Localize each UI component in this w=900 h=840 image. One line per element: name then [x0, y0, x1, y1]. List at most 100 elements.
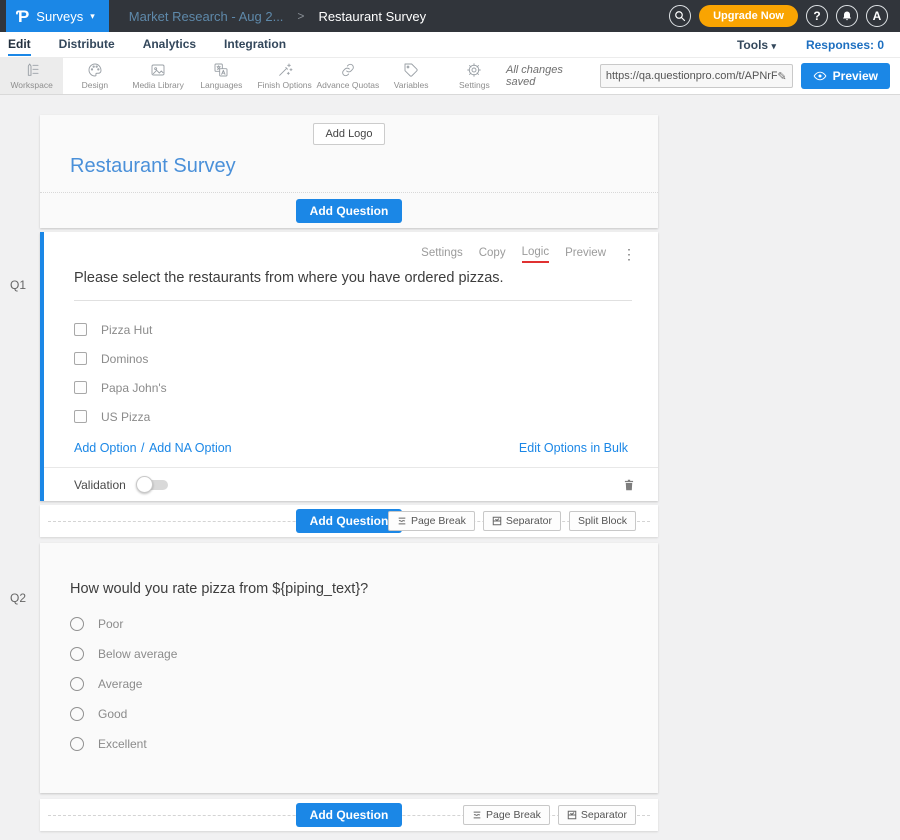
- option-label[interactable]: Excellent: [98, 737, 147, 751]
- toolbar-right: All changes saved ✎ Preview: [506, 58, 890, 94]
- add-na-option-link[interactable]: Add NA Option: [149, 441, 232, 455]
- search-button[interactable]: [669, 5, 691, 27]
- survey-url-input[interactable]: [606, 70, 778, 82]
- option-label[interactable]: Dominos: [101, 352, 148, 366]
- delete-question-button[interactable]: [622, 477, 636, 493]
- option-row: Papa John's: [74, 373, 628, 402]
- toolbar-item-workspace[interactable]: Workspace: [0, 58, 63, 94]
- translate-icon: [213, 62, 229, 78]
- tab-distribute[interactable]: Distribute: [59, 33, 115, 56]
- tools-menu[interactable]: Tools ▾: [737, 38, 776, 52]
- option-tools-row: Add Option / Add NA Option Edit Options …: [74, 439, 628, 457]
- insert-row-1: Add Question Page Break Separator Split …: [40, 505, 658, 537]
- edit-options-in-bulk-link[interactable]: Edit Options in Bulk: [519, 441, 628, 455]
- option-label[interactable]: Below average: [98, 647, 177, 661]
- survey-header-card: Add Logo Restaurant Survey Add Question: [40, 115, 658, 228]
- radio-button[interactable]: [70, 647, 84, 661]
- radio-button[interactable]: [70, 737, 84, 751]
- option-label[interactable]: Pizza Hut: [101, 323, 152, 337]
- checkbox[interactable]: [74, 352, 87, 365]
- upgrade-now-button[interactable]: Upgrade Now: [699, 5, 798, 27]
- nav-tabs: Edit Distribute Analytics Integration: [8, 33, 286, 56]
- toolbar-item-languages[interactable]: Languages: [190, 58, 253, 94]
- page-break-button[interactable]: Page Break: [463, 805, 550, 825]
- option-label[interactable]: Average: [98, 677, 142, 691]
- checkbox[interactable]: [74, 323, 87, 336]
- preview-button-label: Preview: [833, 69, 878, 83]
- toolbar-item-label: Settings: [459, 80, 490, 90]
- toolbar-item-label: Advance Quotas: [316, 80, 379, 90]
- breadcrumb-current: Restaurant Survey: [318, 9, 426, 24]
- option-row: Dominos: [74, 344, 628, 373]
- notifications-button[interactable]: [836, 5, 858, 27]
- breadcrumb: Market Research - Aug 2... > Restaurant …: [129, 9, 426, 24]
- add-question-button[interactable]: Add Question: [296, 803, 403, 827]
- tab-analytics[interactable]: Analytics: [143, 33, 196, 56]
- question-2-text[interactable]: How would you rate pizza from ${piping_t…: [70, 581, 628, 597]
- question-copy-link[interactable]: Copy: [479, 247, 506, 262]
- toggle-knob: [136, 476, 153, 493]
- page-break-label: Page Break: [411, 515, 466, 527]
- nav-bar: Edit Distribute Analytics Integration To…: [0, 32, 900, 58]
- page-break-icon: [472, 810, 482, 820]
- toolbar-item-advance-quotas[interactable]: Advance Quotas: [316, 58, 379, 94]
- help-button[interactable]: ?: [806, 5, 828, 27]
- surveys-menu[interactable]: Ƥ Surveys ▾: [6, 0, 109, 32]
- add-logo-button[interactable]: Add Logo: [313, 123, 384, 145]
- separator-button[interactable]: Separator: [483, 511, 561, 531]
- image-icon: [150, 62, 166, 78]
- add-question-button[interactable]: Add Question: [296, 509, 403, 533]
- question-logic-link[interactable]: Logic: [522, 246, 550, 263]
- checkbox[interactable]: [74, 410, 87, 423]
- survey-title[interactable]: Restaurant Survey: [70, 155, 658, 192]
- tab-edit[interactable]: Edit: [8, 33, 31, 56]
- more-options-icon[interactable]: ⋮: [622, 247, 636, 261]
- option-label[interactable]: Good: [98, 707, 127, 721]
- toolbar-item-media-library[interactable]: Media Library: [127, 58, 190, 94]
- split-block-button[interactable]: Split Block: [569, 511, 636, 531]
- radio-button[interactable]: [70, 617, 84, 631]
- question-settings-link[interactable]: Settings: [421, 247, 463, 262]
- top-bar: Ƥ Surveys ▾ Market Research - Aug 2... >…: [0, 0, 900, 32]
- option-row: Poor: [70, 609, 628, 639]
- edit-url-icon[interactable]: ✎: [777, 70, 786, 83]
- add-option-link[interactable]: Add Option: [74, 441, 137, 455]
- validation-label: Validation: [74, 478, 126, 492]
- checkbox[interactable]: [74, 381, 87, 394]
- toolbar-item-settings[interactable]: Settings: [443, 58, 506, 94]
- toolbar-item-variables[interactable]: Variables: [380, 58, 443, 94]
- account-avatar[interactable]: A: [866, 5, 888, 27]
- option-label[interactable]: US Pizza: [101, 410, 150, 424]
- toolbar-item-finish-options[interactable]: Finish Options: [253, 58, 316, 94]
- add-question-row-top: Add Question: [40, 192, 658, 228]
- toolbar-item-design[interactable]: Design: [63, 58, 126, 94]
- split-block-label: Split Block: [578, 515, 627, 527]
- bell-icon: [841, 10, 853, 22]
- radio-button[interactable]: [70, 707, 84, 721]
- breadcrumb-folder[interactable]: Market Research - Aug 2...: [129, 9, 284, 24]
- question-preview-link[interactable]: Preview: [565, 247, 606, 262]
- survey-url-box: ✎: [600, 64, 793, 88]
- insert-row-2: Add Question Page Break Separator: [40, 799, 658, 831]
- link-separator: /: [141, 441, 144, 455]
- topbar-actions: Upgrade Now ? A: [669, 5, 888, 27]
- validation-toggle[interactable]: [136, 476, 170, 494]
- separator-icon: [492, 516, 502, 526]
- option-label[interactable]: Papa John's: [101, 381, 167, 395]
- preview-button[interactable]: Preview: [801, 63, 890, 89]
- separator-button[interactable]: Separator: [558, 805, 636, 825]
- trash-icon: [622, 477, 636, 493]
- toolbar-item-label: Media Library: [132, 80, 184, 90]
- page-break-button[interactable]: Page Break: [388, 511, 475, 531]
- option-label[interactable]: Poor: [98, 617, 123, 631]
- question-1-text[interactable]: Please select the restaurants from where…: [74, 270, 632, 301]
- search-icon: [674, 10, 686, 22]
- radio-button[interactable]: [70, 677, 84, 691]
- magic-wand-icon: [277, 62, 293, 78]
- avatar-initial: A: [873, 9, 882, 23]
- add-question-button[interactable]: Add Question: [296, 199, 403, 223]
- tab-integration[interactable]: Integration: [224, 33, 286, 56]
- responses-count[interactable]: Responses: 0: [806, 38, 884, 52]
- surveys-menu-label: Surveys: [36, 9, 83, 24]
- option-row: Good: [70, 699, 628, 729]
